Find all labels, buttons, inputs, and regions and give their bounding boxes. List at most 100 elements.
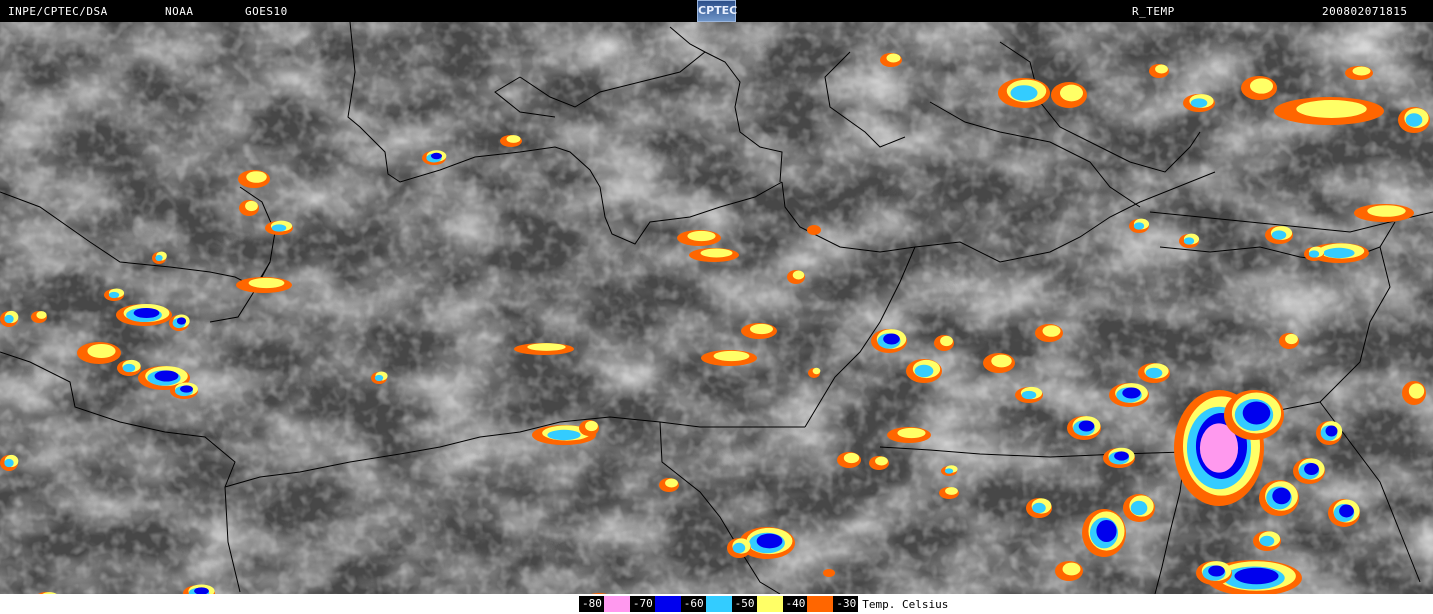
storm-contour <box>1249 78 1274 94</box>
storm-contour <box>1130 500 1148 516</box>
temperature-legend: -80 -70 -60 -50 -40 -30 Temp. Celsius <box>579 596 948 612</box>
storm-contour <box>1296 100 1367 118</box>
storm-contour <box>246 171 267 183</box>
storm-contour <box>1234 567 1279 585</box>
legend-item-70: -70 <box>629 596 681 612</box>
storm-contour <box>1145 367 1163 379</box>
storm-contour <box>108 291 120 299</box>
legend-item-50: -50 <box>731 596 783 612</box>
storm-contour <box>1059 84 1084 102</box>
storm-contour <box>248 277 285 289</box>
storm-contour <box>1304 463 1319 475</box>
storm-contour <box>1405 113 1423 127</box>
storm-contour <box>4 458 14 468</box>
storm-contour <box>1021 390 1037 400</box>
legend-label: -50 <box>731 596 757 612</box>
legend-label: -40 <box>782 596 808 612</box>
storm-contour <box>1259 535 1275 547</box>
legend-swatch <box>654 596 681 612</box>
cloud-texture <box>0 22 1433 594</box>
storm-contour <box>940 335 953 347</box>
storm-contour <box>176 317 187 325</box>
storm-contour <box>1183 237 1195 245</box>
legend-label: -80 <box>579 596 604 612</box>
storm-contour <box>914 364 934 378</box>
storm-contour <box>1352 66 1371 76</box>
legend-item-30: -30 <box>833 596 859 612</box>
legend-label: -30 <box>833 596 859 612</box>
storm-contour <box>155 254 163 262</box>
storm-contour <box>1208 565 1225 577</box>
storm-contour <box>154 370 179 382</box>
storm-contour <box>945 487 958 495</box>
storm-contour <box>823 569 835 577</box>
storm-contour <box>1062 562 1081 576</box>
storm-contour <box>1339 504 1354 518</box>
storm-contour <box>1190 98 1208 108</box>
legend-item-60: -60 <box>680 596 732 612</box>
storm-contour <box>1285 333 1298 345</box>
legend-swatch <box>603 596 630 612</box>
storm-contour <box>1271 230 1287 240</box>
storm-contour <box>180 385 193 393</box>
storm-contour <box>700 248 733 258</box>
storm-contour <box>1155 64 1168 74</box>
storm-contour <box>665 478 678 488</box>
legend-swatch <box>756 596 783 612</box>
legend-swatch <box>807 596 834 612</box>
storm-contour <box>271 224 287 232</box>
legend-item-80: -80 <box>579 596 630 612</box>
cptec-logo: CPTEC <box>697 0 737 22</box>
storm-contour <box>732 542 746 554</box>
header-bar: INPE/CPTEC/DSA NOAA GOES10 CPTEC R_TEMP … <box>0 0 1433 22</box>
storm-contour <box>812 367 821 375</box>
storm-contour <box>122 363 136 373</box>
storm-contour <box>897 427 926 439</box>
storm-contour <box>749 323 774 335</box>
storm-contour <box>1367 205 1406 217</box>
storm-contour <box>1010 85 1038 101</box>
storm-contour <box>245 200 258 212</box>
storm-contour <box>430 152 443 160</box>
storm-contour <box>886 53 901 63</box>
storm-contour <box>527 343 566 351</box>
storm-contour <box>843 452 860 464</box>
storm-contour <box>506 135 521 143</box>
storm-contour <box>687 230 716 242</box>
legend-swatch <box>705 596 732 612</box>
storm-contour <box>1114 451 1129 461</box>
storm-contour <box>1078 420 1095 432</box>
legend-label: -70 <box>629 596 655 612</box>
source-label: INPE/CPTEC/DSA <box>8 5 108 18</box>
storm-contour <box>1122 387 1141 399</box>
storm-contour <box>1096 519 1117 543</box>
storm-contour <box>713 350 750 362</box>
agency-label: NOAA <box>165 5 194 18</box>
storm-contour <box>1408 383 1425 399</box>
storm-contour <box>4 314 14 324</box>
storm-contour <box>1133 222 1145 230</box>
storm-contour <box>133 307 160 319</box>
storm-contour <box>87 343 116 359</box>
legend-unit: Temp. Celsius <box>862 597 949 611</box>
storm-contour <box>807 225 821 235</box>
legend-item-40: -40 <box>782 596 834 612</box>
storm-contour <box>36 311 47 319</box>
storm-contour <box>883 333 900 345</box>
storm-contour <box>1032 502 1046 514</box>
storm-contour <box>1272 487 1291 505</box>
storm-contour <box>374 374 384 382</box>
storm-contour <box>1242 401 1271 425</box>
storm-contour <box>991 354 1012 368</box>
storm-contour <box>792 270 805 280</box>
timestamp-label: 200802071815 <box>1322 5 1408 18</box>
satellite-label: GOES10 <box>245 5 288 18</box>
satellite-image <box>0 22 1433 594</box>
storm-contour <box>875 456 888 466</box>
storm-contour <box>547 429 581 441</box>
storm-contour <box>1323 247 1355 259</box>
storm-contour <box>1042 325 1061 337</box>
storm-contour <box>585 420 598 432</box>
storm-contour <box>1308 250 1320 258</box>
storm-contour <box>756 533 783 549</box>
